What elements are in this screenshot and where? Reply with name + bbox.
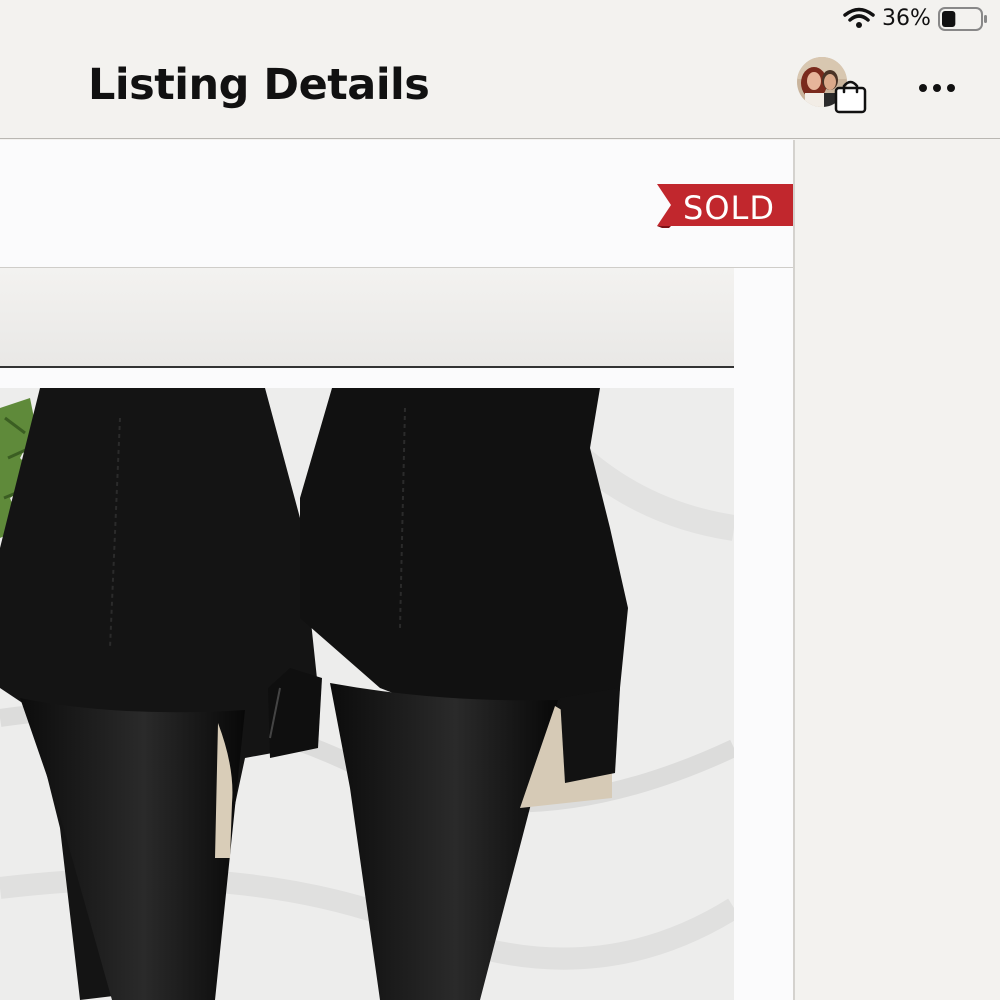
status-bar: 36% bbox=[0, 0, 1000, 40]
more-options-button[interactable] bbox=[910, 70, 964, 106]
shopping-bag-icon[interactable] bbox=[832, 77, 870, 115]
listing-content: SOLD bbox=[0, 140, 795, 1000]
page-title: Listing Details bbox=[88, 60, 430, 110]
dot-icon bbox=[919, 84, 927, 92]
dot-icon bbox=[947, 84, 955, 92]
previous-photo[interactable] bbox=[0, 268, 734, 368]
battery-icon bbox=[938, 7, 987, 31]
product-photo[interactable] bbox=[0, 388, 734, 1000]
right-rail bbox=[795, 140, 1000, 1000]
nav-bar: Listing Details bbox=[0, 40, 1000, 139]
battery-percent: 36% bbox=[882, 6, 931, 31]
wifi-icon bbox=[843, 7, 875, 28]
dot-icon bbox=[933, 84, 941, 92]
status-badge: SOLD bbox=[683, 189, 775, 227]
booties-photo-icon bbox=[0, 388, 734, 1000]
listing-header: SOLD bbox=[0, 140, 793, 268]
